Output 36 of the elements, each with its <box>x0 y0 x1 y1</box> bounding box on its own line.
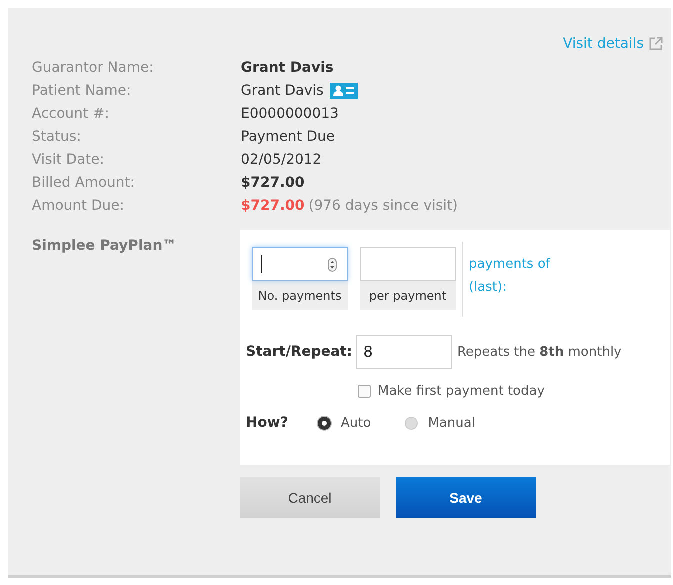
repeat-description: Repeats the 8th monthly <box>457 344 622 360</box>
spinner-icon[interactable] <box>328 258 337 272</box>
field-value: Payment Due <box>241 128 336 144</box>
field-value: $727.00 <box>241 198 305 214</box>
cancel-button[interactable]: Cancel <box>240 477 380 518</box>
start-repeat-label: Start/Repeat: <box>246 344 352 360</box>
field-caption: No. payments <box>252 281 348 310</box>
field-value: $727.00 <box>241 174 305 190</box>
per-payment-field[interactable] <box>360 247 456 281</box>
text-cursor <box>261 255 262 273</box>
checkbox[interactable] <box>358 385 371 398</box>
payments-summary: payments of (last): <box>469 256 552 297</box>
field-label: Status: <box>32 128 82 144</box>
field-label: Account #: <box>32 106 110 122</box>
payplan-title: Simplee PayPlan™ <box>32 238 178 254</box>
field-label: Guarantor Name: <box>32 60 154 76</box>
field-value: 02/05/2012 <box>241 152 322 168</box>
payments-count-field[interactable] <box>252 247 348 281</box>
field-value: Grant Davis <box>241 60 334 76</box>
days-since-visit-note: (976 days since visit) <box>308 198 458 214</box>
field-label: Amount Due: <box>32 198 124 214</box>
radio-label: Manual <box>428 416 476 430</box>
field-label: Visit Date: <box>32 152 104 168</box>
how-label: How? <box>246 415 290 431</box>
radio-label: Auto <box>341 416 372 430</box>
field-label: Patient Name: <box>32 82 132 98</box>
external-link-icon <box>649 37 663 51</box>
field-label: Billed Amount: <box>32 174 135 190</box>
save-button[interactable]: Save <box>396 477 536 518</box>
radio-button[interactable] <box>318 416 331 430</box>
checkbox-label: Make first payment today <box>378 384 545 399</box>
field-caption: per payment <box>360 281 456 310</box>
field-value: Grant Davis <box>241 82 324 98</box>
contact-card-icon[interactable] <box>330 82 358 98</box>
start-day-field[interactable]: 8 <box>356 335 452 369</box>
field-value: E0000000013 <box>241 106 339 122</box>
